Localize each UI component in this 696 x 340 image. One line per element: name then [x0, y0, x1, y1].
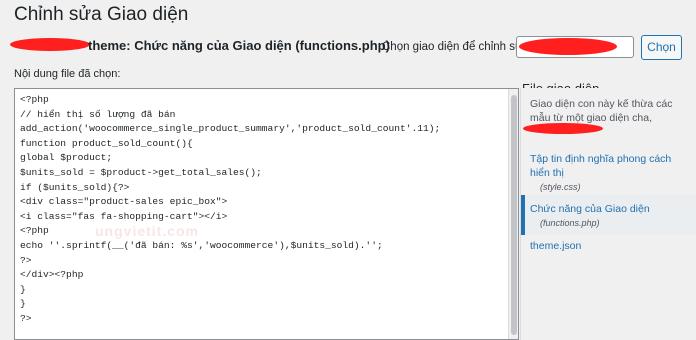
redaction-mark — [523, 123, 603, 134]
theme-select[interactable] — [516, 36, 634, 58]
theme-files-panel: Giao diện con này kế thừa các mẫu từ một… — [520, 88, 696, 340]
file-link-label: Chức năng của Giao diện — [530, 203, 650, 215]
file-name: (style.css) — [540, 182, 581, 192]
file-link-theme-json[interactable]: theme.json — [530, 239, 680, 253]
code-text[interactable]: <?php // hiển thị số lượng đã bán add_ac… — [15, 89, 518, 327]
file-name: (functions.php) — [540, 218, 600, 228]
watermark: ungvietit.com — [95, 223, 200, 239]
editor-scrollbar[interactable] — [508, 89, 518, 339]
file-link-label: theme.json — [530, 240, 582, 252]
file-content-label: Nội dung file đã chọn: — [14, 68, 121, 80]
redaction-mark — [10, 38, 90, 51]
inherit-note: Giao diện con này kế thừa các mẫu từ một… — [530, 98, 673, 124]
code-editor[interactable]: <?php // hiển thị số lượng đã bán add_ac… — [14, 88, 519, 340]
file-link-style-css[interactable]: Tập tin định nghĩa phong cách hiển thị (… — [530, 152, 680, 195]
file-link-label: Tập tin định nghĩa phong cách hiển thị — [530, 153, 672, 179]
scrollbar-thumb[interactable] — [511, 95, 517, 335]
choose-theme-button[interactable]: Chọn — [641, 35, 682, 60]
theme-select-label: Chọn giao diện để chỉnh sửa: — [382, 41, 533, 53]
active-file-indicator — [521, 195, 525, 235]
file-link-functions-php[interactable]: Chức năng của Giao diện (functions.php) — [530, 202, 680, 231]
redaction-mark — [519, 38, 617, 55]
page-title: Chỉnh sửa Giao diện — [14, 4, 189, 25]
theme-heading: theme: Chức năng của Giao diện (function… — [88, 38, 390, 53]
